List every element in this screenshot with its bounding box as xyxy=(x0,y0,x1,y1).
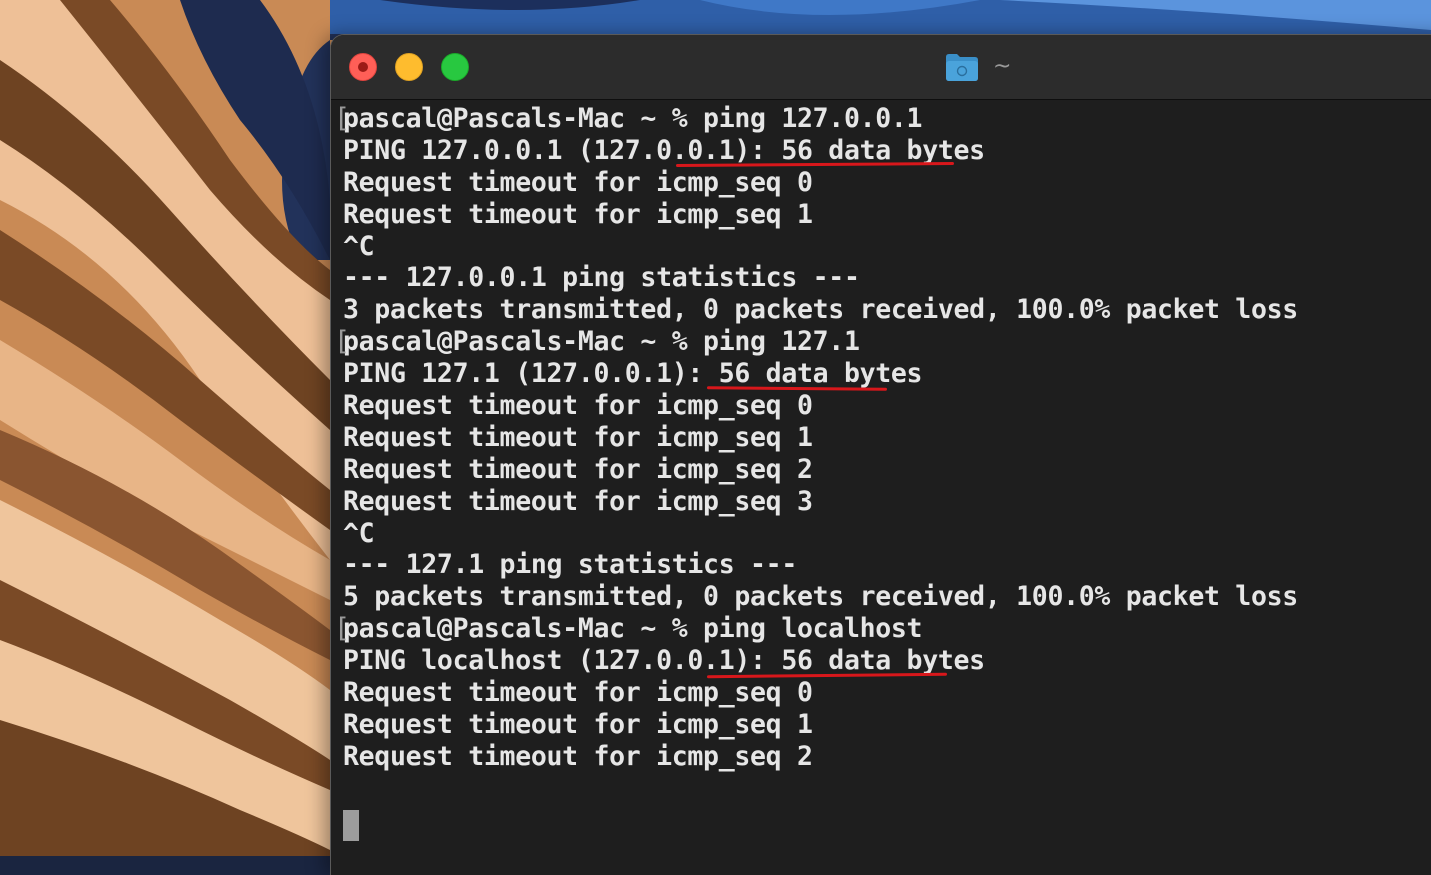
terminal-lines: [pascal@Pascals-Mac ~ % ping 127.0.0.1 P… xyxy=(334,103,1298,773)
terminal-line-text: pascal@Pascals-Mac ~ % ping localhost xyxy=(343,613,923,645)
prompt-marker: [ xyxy=(334,613,350,645)
window-title-group: ~ xyxy=(945,51,1011,83)
output-line: Request timeout for icmp_seq 1 xyxy=(343,708,813,740)
prompt-marker: [ xyxy=(334,103,350,134)
output-line: PING localhost (127.0.0.1): 56 data byte… xyxy=(343,645,985,677)
output-line: Request timeout for icmp_seq 2 xyxy=(343,740,813,772)
output-line: Request timeout for icmp_seq 0 xyxy=(343,677,813,709)
output-line: 5 packets transmitted, 0 packets receive… xyxy=(343,581,1298,613)
output-line: Request timeout for icmp_seq 1 xyxy=(343,198,813,230)
prompt-line: [pascal@Pascals-Mac ~ % ping localhost xyxy=(334,613,1298,645)
output-line: Request timeout for icmp_seq 0 xyxy=(343,390,813,422)
terminal-line-text: pascal@Pascals-Mac ~ % ping 127.0.0.1 xyxy=(343,103,923,134)
output-line: ^C xyxy=(343,230,375,262)
output-line: --- 127.1 ping statistics --- xyxy=(343,549,797,581)
output-line: Request timeout for icmp_seq 1 xyxy=(343,421,813,453)
output-line: ^C xyxy=(343,517,375,549)
close-button[interactable] xyxy=(349,53,377,81)
output-line: Request timeout for icmp_seq 2 xyxy=(343,453,813,485)
terminal-output[interactable]: [pascal@Pascals-Mac ~ % ping 127.0.0.1 P… xyxy=(331,99,1431,875)
prompt-marker: [ xyxy=(334,326,350,358)
prompt-line: [pascal@Pascals-Mac ~ % ping 127.1 xyxy=(334,326,1298,358)
output-line: 3 packets transmitted, 0 packets receive… xyxy=(343,294,1298,326)
output-line: PING 127.1 (127.0.0.1): 56 data bytes xyxy=(343,358,923,390)
folder-icon xyxy=(946,54,978,81)
terminal-window: ~ [pascal@Pascals-Mac ~ % ping 127.0.0.1… xyxy=(330,34,1431,875)
close-icon xyxy=(358,62,368,72)
output-line: --- 127.0.0.1 ping statistics --- xyxy=(343,262,860,294)
prompt-line: [pascal@Pascals-Mac ~ % ping 127.0.0.1 xyxy=(334,103,1298,135)
output-line: Request timeout for icmp_seq 0 xyxy=(343,166,813,198)
window-titlebar[interactable]: ~ xyxy=(331,35,1431,100)
output-line: Request timeout for icmp_seq 3 xyxy=(343,485,813,517)
minimize-button[interactable] xyxy=(395,53,423,81)
terminal-line-text: pascal@Pascals-Mac ~ % ping 127.1 xyxy=(343,326,860,358)
window-title: ~ xyxy=(993,54,1012,79)
maximize-button[interactable] xyxy=(441,53,469,81)
terminal-cursor xyxy=(343,810,359,841)
